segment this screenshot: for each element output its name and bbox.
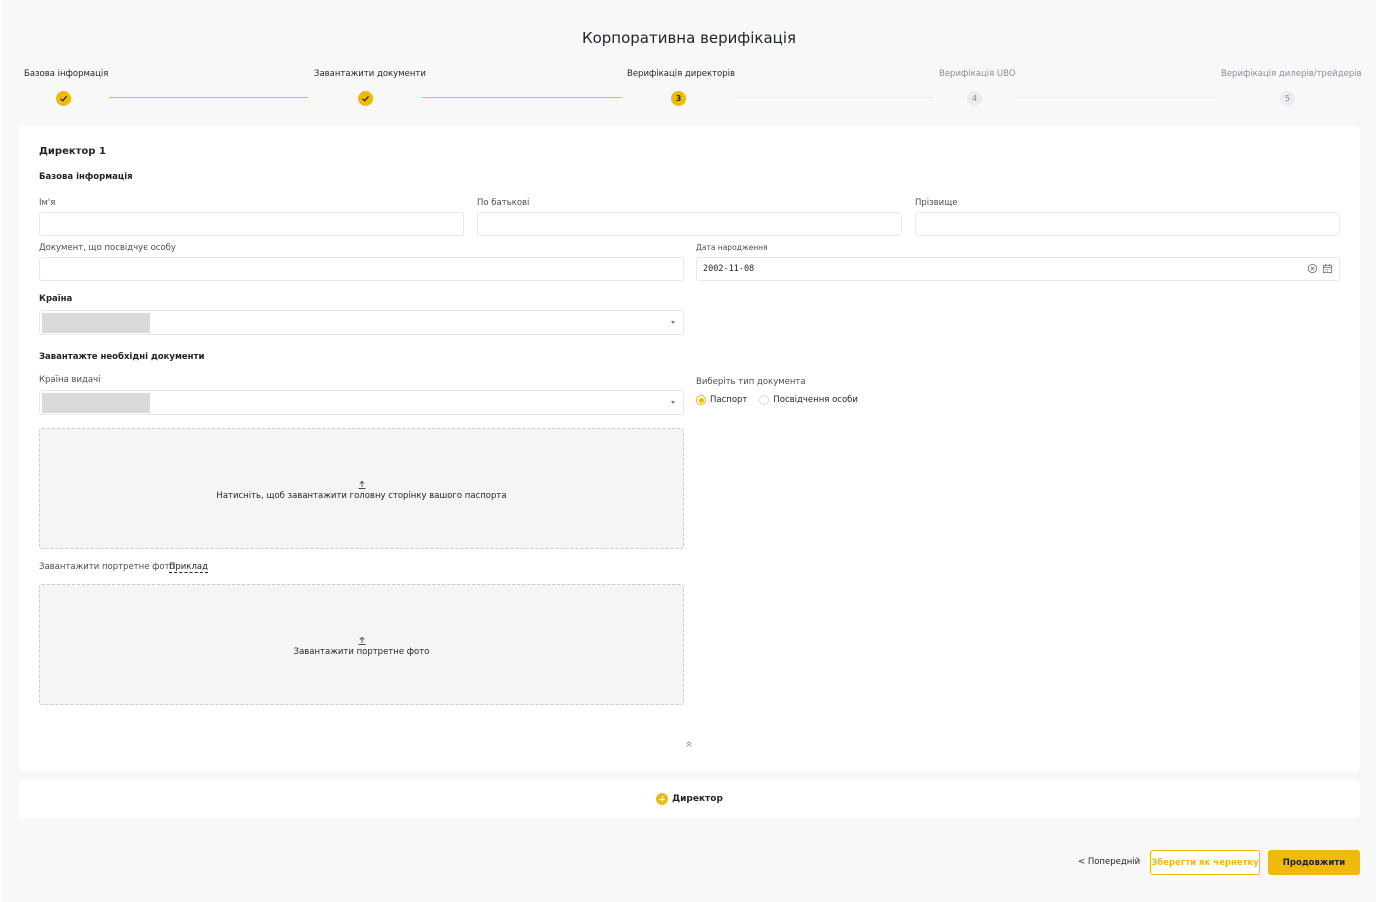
step-label-ubo-verification: Верифікація UBO (939, 69, 1016, 79)
date-actions (1307, 263, 1333, 274)
country-select[interactable] (39, 310, 684, 335)
country-select-value (42, 313, 150, 333)
step-connector-2 (422, 97, 621, 98)
chevron-down-icon (671, 401, 675, 404)
id-document-label: Документ, що посвідчує особу (39, 243, 176, 253)
step-label-director-verification: Верифікація директорів (627, 69, 735, 79)
issuing-country-label: Країна видачі (39, 375, 101, 385)
first-name-field[interactable] (39, 212, 464, 236)
last-name-field[interactable] (915, 212, 1340, 236)
last-name-input[interactable] (922, 213, 1339, 235)
add-director-label: Директор (672, 794, 723, 804)
doc-type-label: Виберіть тип документа (696, 377, 806, 387)
step-label-dealer-verification: Верифікація дилерів/трейдерів (1221, 69, 1362, 79)
portrait-upload-text: Завантажити портретне фото (293, 647, 430, 657)
step-3-indicator: 3 (671, 91, 686, 106)
portrait-example-link[interactable]: Приклад (169, 562, 208, 573)
page-title: Корпоративна верифікація (581, 29, 797, 47)
step-5-indicator: 5 (1280, 91, 1295, 106)
patronymic-label: По батькові (477, 198, 530, 208)
patronymic-input[interactable] (484, 213, 901, 235)
step-label-basic-info: Базова інформація (24, 69, 109, 79)
birth-date-label: Дата народження (696, 243, 768, 252)
save-draft-button[interactable]: Зберегти як чернетку (1150, 850, 1260, 875)
first-name-label: Ім'я (39, 198, 56, 208)
continue-button[interactable]: Продовжити (1268, 850, 1360, 875)
id-document-field[interactable] (39, 257, 684, 281)
birth-date-value[interactable]: 2002-11-08 (703, 264, 754, 274)
birth-date-field[interactable]: 2002-11-08 (696, 257, 1340, 281)
radio-passport[interactable] (696, 395, 706, 405)
step-4-indicator: 4 (967, 91, 982, 106)
issuing-country-select[interactable] (39, 390, 684, 415)
step-2-check-icon (358, 91, 373, 106)
patronymic-field[interactable] (477, 212, 902, 236)
id-document-input[interactable] (46, 258, 683, 280)
radio-id-card-label[interactable]: Посвідчення особи (773, 395, 858, 405)
collapse-up-icon[interactable] (685, 740, 693, 748)
passport-upload-content: Натисніть, щоб завантажити головну сторі… (40, 480, 683, 501)
passport-upload-text: Натисніть, щоб завантажити головну сторі… (216, 491, 507, 501)
portrait-upload-zone[interactable]: Завантажити портретне фото (39, 584, 684, 705)
step-label-upload-docs: Завантажити документи (314, 69, 426, 79)
upload-icon (358, 636, 365, 645)
last-name-label: Прізвище (915, 198, 958, 208)
chevron-down-icon (671, 321, 675, 324)
director-form-card: Директор 1 Базова інформація Ім'я По бат… (19, 126, 1360, 771)
first-name-input[interactable] (46, 213, 463, 235)
radio-passport-label[interactable]: Паспорт (710, 395, 747, 405)
stepper: Базова інформація Завантажити документи … (0, 66, 1378, 114)
issuing-country-select-value (42, 393, 150, 413)
basic-info-title: Базова інформація (39, 172, 133, 182)
director-title: Директор 1 (39, 146, 106, 157)
doc-type-radio-group: Паспорт Посвідчення особи (696, 395, 858, 405)
radio-id-card[interactable] (759, 395, 770, 405)
step-connector-1 (109, 97, 308, 98)
portrait-label: Завантажити портретне фото (39, 562, 175, 572)
step-connector-4 (1017, 97, 1216, 98)
country-label: Країна (39, 294, 73, 304)
plus-circle-icon (656, 793, 669, 805)
clear-icon[interactable] (1307, 263, 1318, 274)
step-connector-3 (735, 97, 934, 98)
upload-section-title: Завантажте необхідні документи (39, 352, 205, 362)
calendar-icon[interactable] (1322, 263, 1333, 274)
previous-button[interactable]: < Попередній (1078, 857, 1140, 867)
portrait-upload-content: Завантажити портретне фото (40, 636, 683, 657)
upload-icon (358, 480, 365, 489)
step-1-check-icon (56, 91, 71, 106)
add-director-button[interactable]: Директор (19, 780, 1360, 818)
passport-upload-zone[interactable]: Натисніть, щоб завантажити головну сторі… (39, 428, 684, 549)
